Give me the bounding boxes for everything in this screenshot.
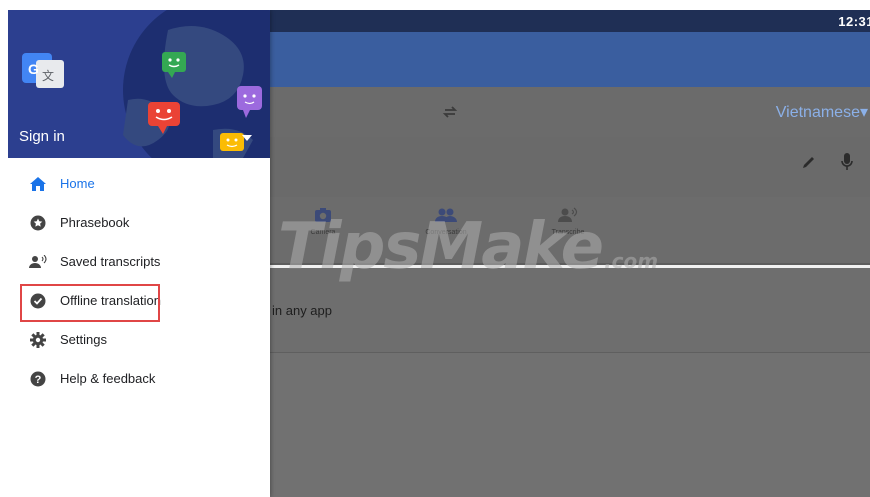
target-language-label: Vietnamese bbox=[775, 104, 860, 121]
menu-label-phrasebook: Phrasebook bbox=[60, 215, 130, 230]
menu-item-phrasebook[interactable]: Phrasebook bbox=[8, 203, 270, 242]
menu-label-saved-transcripts: Saved transcripts bbox=[60, 254, 161, 269]
svg-text:文: 文 bbox=[42, 68, 54, 83]
watermark: TipsMake .com bbox=[278, 210, 658, 284]
home-icon bbox=[28, 174, 48, 194]
app-window: 12:31 Vietnamese▾ Camera bbox=[8, 10, 870, 497]
watermark-main: TipsMake bbox=[278, 210, 604, 284]
drawer-header: G 文 Sign in bbox=[8, 10, 270, 158]
tip-text: in any app bbox=[272, 303, 332, 318]
sign-in-link[interactable]: Sign in bbox=[19, 128, 65, 145]
menu-item-help-feedback[interactable]: ? Help & feedback bbox=[8, 359, 270, 398]
navigation-drawer: G 文 Sign in Home Phrasebook Saved transc… bbox=[8, 10, 270, 497]
target-language-select[interactable]: Vietnamese▾ bbox=[776, 102, 868, 122]
account-dropdown-icon[interactable] bbox=[242, 135, 252, 141]
menu-item-settings[interactable]: Settings bbox=[8, 320, 270, 359]
svg-text:G: G bbox=[28, 61, 39, 77]
menu-item-home[interactable]: Home bbox=[8, 164, 270, 203]
star-icon bbox=[28, 213, 48, 233]
swap-languages-icon[interactable] bbox=[441, 103, 459, 121]
highlight-box bbox=[20, 284, 160, 322]
menu-label-home: Home bbox=[60, 176, 95, 191]
menu-item-saved-transcripts[interactable]: Saved transcripts bbox=[8, 242, 270, 281]
svg-text:?: ? bbox=[35, 374, 42, 386]
menu-label-settings: Settings bbox=[60, 332, 107, 347]
handwriting-icon[interactable] bbox=[800, 153, 818, 171]
microphone-icon[interactable] bbox=[840, 152, 854, 172]
drawer-menu: Home Phrasebook Saved transcripts Offlin… bbox=[8, 164, 270, 398]
gear-icon bbox=[28, 330, 48, 350]
help-icon: ? bbox=[28, 369, 48, 389]
status-time: 12:31 bbox=[838, 14, 870, 29]
menu-label-help-feedback: Help & feedback bbox=[60, 371, 156, 386]
saved-transcripts-icon bbox=[28, 252, 48, 272]
watermark-suffix: .com bbox=[604, 249, 659, 273]
dropdown-arrow-icon: ▾ bbox=[859, 104, 868, 121]
google-translate-logo: G 文 bbox=[22, 53, 64, 88]
